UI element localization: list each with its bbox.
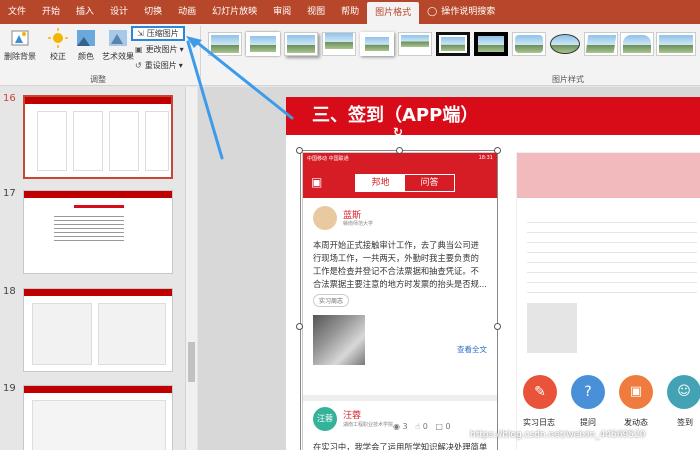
annotation-arrows (186, 36, 294, 160)
watermark: https://blog.csdn.net/weixin_44569520 (470, 430, 646, 440)
arrow-line (192, 38, 294, 120)
